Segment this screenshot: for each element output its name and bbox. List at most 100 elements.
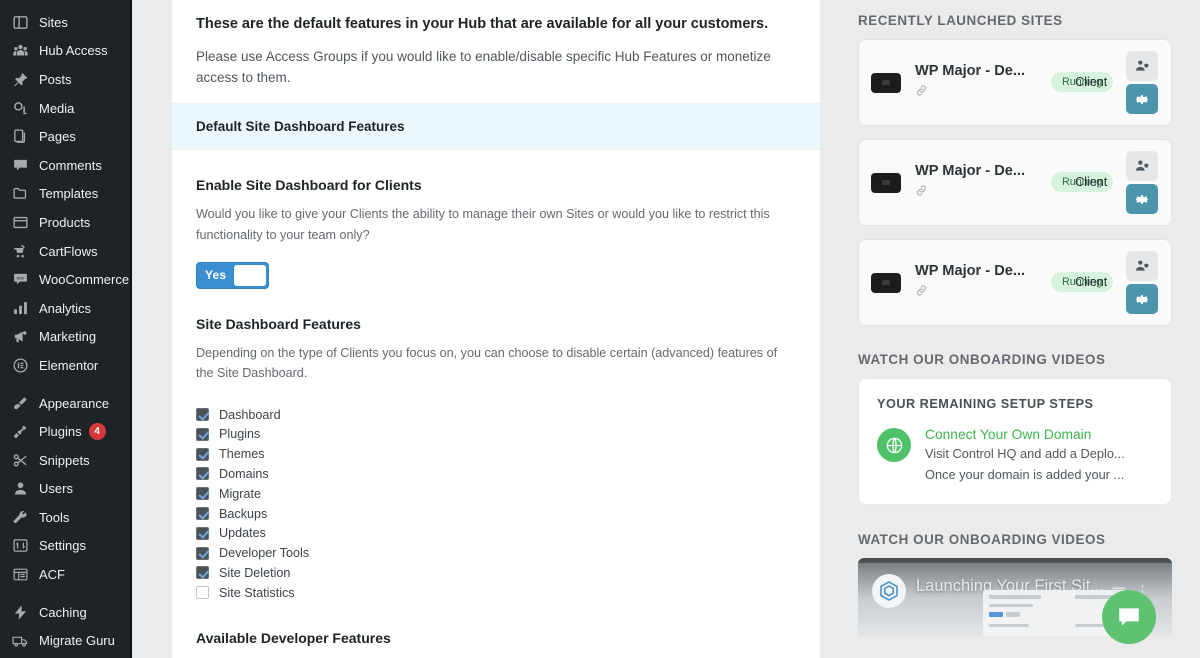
lightning-icon (10, 602, 30, 622)
sidebar-item-label: Elementor (39, 357, 99, 373)
site-owner-label: Client (1075, 74, 1108, 89)
setup-steps-title: YOUR REMAINING SETUP STEPS (877, 397, 1094, 411)
sidebar-item-marketing[interactable]: Marketing (0, 323, 132, 352)
enable-site-dashboard-toggle[interactable]: Yes (196, 261, 269, 289)
sidebar-item-migrate-guru[interactable]: Migrate Guru (0, 626, 132, 655)
feature-checkbox-row[interactable]: Site Deletion (196, 563, 796, 583)
feature-checkbox-row[interactable]: Themes (196, 444, 796, 464)
feature-checkbox-row[interactable]: Migrate (196, 484, 796, 504)
comments-icon (10, 155, 30, 175)
site-meta: WP Major - De... (915, 63, 1055, 102)
sidebar-item-label: Users (39, 481, 73, 497)
sidebar-item-tools[interactable]: Tools (0, 503, 132, 532)
sidebar-item-label: Pages (39, 129, 76, 145)
checkbox-label: Themes (219, 447, 265, 462)
checkbox-label: Site Deletion (219, 565, 291, 580)
sidebar-item-caching[interactable]: Caching (0, 598, 132, 627)
cart-icon (10, 241, 30, 261)
sites-icon (10, 12, 30, 32)
checkbox-label: Site Statistics (219, 585, 295, 600)
feature-checkbox-row[interactable]: Backups (196, 504, 796, 524)
recently-launched-sites-heading: RECENTLY LAUNCHED SITES (858, 13, 1063, 28)
enable-dashboard-title: Enable Site Dashboard for Clients (196, 177, 422, 194)
checkbox-dashboard[interactable] (196, 408, 209, 422)
sidebar-item-label: Tools (39, 509, 70, 525)
scissors-icon (10, 450, 30, 470)
sidebar-item-acf[interactable]: ACF (0, 560, 132, 589)
sidebar-item-templates[interactable]: Templates (0, 180, 132, 209)
sidebar-item-elementor[interactable]: Elementor (0, 351, 132, 380)
video-top-bar (858, 558, 1172, 564)
plug-icon (10, 422, 30, 442)
site-dashboard-features-desc: Depending on the type of Clients you foc… (196, 345, 778, 381)
checkbox-backups[interactable] (196, 507, 209, 521)
svg-text:woo: woo (16, 276, 24, 281)
checkbox-migrate[interactable] (196, 487, 209, 501)
site-users-button[interactable] (1126, 251, 1158, 281)
feature-checkbox-row[interactable]: Developer Tools (196, 543, 796, 563)
link-icon[interactable] (915, 284, 1055, 302)
checkbox-developer-tools[interactable] (196, 546, 209, 560)
link-icon[interactable] (915, 84, 1055, 102)
site-dashboard-feature-checkbox-list: Dashboard Plugins Themes Domains Migrate Back… (196, 405, 796, 603)
analytics-bars-icon (10, 298, 30, 318)
site-settings-button[interactable] (1126, 284, 1158, 314)
sidebar-item-label: WooCommerce (39, 272, 130, 288)
site-card[interactable]: WP Major - De... Running Client (858, 239, 1172, 326)
site-owner-label: Client (1075, 174, 1108, 189)
sidebar-item-products[interactable]: Products (0, 208, 132, 237)
site-dashboard-features-title: Site Dashboard Features (196, 315, 361, 332)
sidebar-item-hub-access[interactable]: Hub Access (0, 37, 132, 66)
feature-checkbox-row[interactable]: Dashboard (196, 405, 796, 425)
sidebar-item-media[interactable]: Media (0, 94, 132, 123)
wrench-icon (10, 507, 30, 527)
sidebar-item-plugins[interactable]: Plugins 4 (0, 417, 132, 446)
feature-checkbox-row[interactable]: Plugins (196, 425, 796, 445)
page-subtitle: Please use Access Groups if you would li… (196, 49, 771, 86)
products-icon (10, 212, 30, 232)
checkbox-updates[interactable] (196, 526, 209, 540)
sliders-icon (10, 536, 30, 556)
sidebar-item-label: Sites (39, 14, 68, 30)
site-status-wrap: Running Client (1051, 71, 1135, 94)
checkbox-domains[interactable] (196, 467, 209, 481)
sidebar-item-badge: 4 (88, 423, 106, 441)
sidebar-item-label: Products (39, 214, 91, 230)
checkbox-plugins[interactable] (196, 427, 209, 441)
feature-checkbox-row[interactable]: Site Statistics (196, 583, 796, 603)
setup-step-row[interactable]: Connect Your Own Domain Visit Control HQ… (877, 426, 1153, 484)
section-header-default-site-dashboard-features: Default Site Dashboard Features (172, 103, 820, 151)
sidebar-item-cartflows[interactable]: CartFlows (0, 237, 132, 266)
site-card[interactable]: WP Major - De... Running Client (858, 39, 1172, 126)
sidebar-item-sites[interactable]: Sites (0, 8, 132, 37)
feature-checkbox-row[interactable]: Domains (196, 464, 796, 484)
checkbox-site-deletion[interactable] (196, 566, 209, 580)
checkbox-label: Migrate (219, 486, 261, 501)
video-logo-icon (872, 574, 906, 609)
pages-icon (10, 127, 30, 147)
site-users-button[interactable] (1126, 51, 1158, 81)
site-settings-button[interactable] (1126, 84, 1158, 114)
sidebar-item-label: Caching (39, 604, 87, 620)
sidebar-item-snippets[interactable]: Snippets (0, 446, 132, 475)
sidebar-item-settings[interactable]: Settings (0, 532, 132, 561)
site-status-wrap: Running Client (1051, 271, 1135, 294)
feature-checkbox-row[interactable]: Updates (196, 523, 796, 543)
connect-domain-link[interactable]: Connect Your Own Domain (925, 426, 1125, 443)
checkbox-themes[interactable] (196, 447, 209, 461)
link-icon[interactable] (915, 184, 1055, 202)
site-settings-button[interactable] (1126, 184, 1158, 214)
checkbox-site-statistics[interactable] (196, 586, 209, 600)
sidebar-item-users[interactable]: Users (0, 475, 132, 504)
panel-intro: These are the default features in your H… (172, 0, 820, 103)
sidebar-item-analytics[interactable]: Analytics (0, 294, 132, 323)
site-users-button[interactable] (1126, 151, 1158, 181)
sidebar-item-pages[interactable]: Pages (0, 122, 132, 151)
sidebar-item-comments[interactable]: Comments (0, 151, 132, 180)
sidebar-item-label: Templates (39, 186, 99, 202)
sidebar-item-woocommerce[interactable]: woo WooCommerce (0, 265, 132, 294)
sidebar-item-appearance[interactable]: Appearance (0, 389, 132, 418)
sidebar-item-posts[interactable]: Posts (0, 65, 132, 94)
chat-support-button[interactable] (1102, 590, 1156, 644)
site-card[interactable]: WP Major - De... Running Client (858, 139, 1172, 226)
